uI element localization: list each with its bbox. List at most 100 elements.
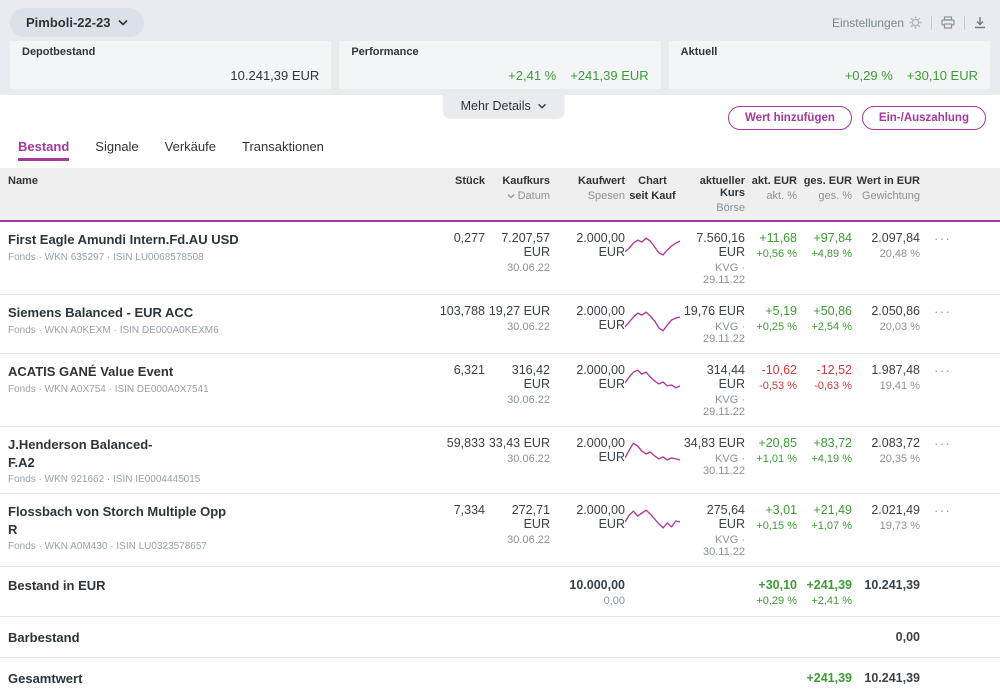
col-aktueller-kurs[interactable]: aktueller Kurs Börse (680, 175, 745, 214)
tab-verkaeufe[interactable]: Verkäufe (165, 139, 216, 161)
kpi-cards: Depotbestand 10.241,39 EUR Performance +… (0, 41, 1000, 89)
stueck-cell: 7,334 (453, 503, 485, 518)
col-name[interactable]: Name (0, 175, 430, 187)
stueck-cell: 0,277 (453, 231, 485, 245)
stueck-cell: 6,321 (453, 363, 485, 377)
wert-cell: 2.083,72 20,35 % (871, 436, 920, 465)
stueck-cell: 59,833 (446, 436, 485, 450)
table-row: ACATIS GANÉ Value Event Fonds · WKN A0X7… (0, 354, 1000, 427)
wert-cell: 2.097,84 20,48 % (871, 231, 920, 260)
header-top-row: Pimboli-22-23 Einstellungen (0, 0, 1000, 41)
row-menu-button[interactable]: ··· (920, 231, 1000, 245)
ges-eur-cell: -12,52 -0,63 % (814, 363, 852, 392)
sparkline-chart[interactable] (625, 503, 680, 535)
summary-bestand-row: Bestand in EUR 10.000,00 0,00 +30,10 +0,29… (0, 567, 1000, 618)
fund-name-link[interactable]: First Eagle Amundi Intern.Fd.AU USD (8, 231, 430, 249)
table-row: Siemens Balanced - EUR ACC Fonds · WKN A… (0, 295, 1000, 354)
fund-meta: Fonds · WKN A0KEXM · ISIN DE000A0KEXM6 (8, 324, 219, 336)
settings-label: Einstellungen (831, 15, 904, 30)
sort-desc-icon (506, 193, 515, 199)
fund-meta: Fonds · WKN A0M430 · ISIN LU0323578657 (8, 541, 207, 553)
ges-eur-cell: +50,86 +2,54 % (811, 304, 852, 333)
row-menu-button[interactable]: ··· (920, 363, 1000, 377)
col-stueck[interactable]: Stück (430, 175, 485, 187)
aktuell-pct: +0,29 % (844, 68, 893, 83)
fund-name-link[interactable]: ACATIS GANÉ Value Event (8, 363, 430, 381)
card-label: Aktuell (680, 46, 718, 58)
tab-bar: Bestand Signale Verkäufe Transaktionen (0, 139, 1000, 161)
kaufwert-cell: 2.000,00 EUR (576, 363, 625, 391)
card-label: Depotbestand (22, 46, 96, 58)
tab-signale[interactable]: Signale (95, 139, 138, 161)
wert-cell: 1.987,48 19,41 % (871, 363, 920, 392)
col-ges-eur[interactable]: ges. EUR ges. % (797, 175, 852, 202)
wert-cell: 2.050,86 20,03 % (871, 304, 920, 333)
fund-cell: J.Henderson Balanced- F.A2 Fonds · WKN 9… (0, 436, 430, 485)
col-akt-eur[interactable]: akt. EUR akt. % (745, 175, 797, 202)
fund-name-link[interactable]: Siemens Balanced - EUR ACC (8, 304, 430, 322)
gesamtwert-label: Gesamtwert (8, 671, 83, 687)
col-chart[interactable]: Chart seit Kauf (625, 175, 680, 202)
download-button[interactable] (974, 16, 986, 29)
gesamtwert-row: Gesamtwert +241,39 10.241,39 (0, 658, 1000, 698)
table-row: Flossbach von Storch Multiple Opp R Fond… (0, 494, 1000, 568)
barbestand-row: Barbestand 0,00 (0, 617, 1000, 659)
header-tools: Einstellungen (832, 15, 986, 30)
print-button[interactable] (941, 16, 955, 29)
gear-icon (909, 16, 922, 29)
fund-name-link[interactable]: Flossbach von Storch Multiple Opp R (8, 503, 430, 538)
ges-eur-cell: +83,72 +4,19 % (811, 436, 852, 465)
table-header: Name Stück Kaufkurs Datum Kaufwert Spesen… (0, 168, 1000, 222)
fund-meta: Fonds · WKN 921662 · ISIN IE0004445015 (8, 474, 201, 486)
fund-name-link[interactable]: J.Henderson Balanced- F.A2 (8, 436, 430, 471)
summary-ges-eur: +241,39 +2,41 % (806, 578, 852, 608)
akt-eur-cell: +3,01 +0,15 % (756, 503, 797, 533)
kaufwert-cell: 2.000,00 EUR (576, 503, 625, 532)
summary-wert: 10.241,39 (864, 578, 920, 593)
add-value-button[interactable]: Wert hinzufügen (728, 106, 852, 130)
fund-cell: First Eagle Amundi Intern.Fd.AU USD Fond… (0, 231, 430, 263)
portfolio-selector[interactable]: Pimboli-22-23 (10, 8, 144, 37)
settings-button[interactable]: Einstellungen (832, 16, 922, 30)
ges-eur-cell: +21,49 +1,07 % (811, 503, 852, 533)
kaufkurs-cell: 19,27 EUR 30.06.22 (488, 304, 550, 333)
wert-cell: 2.021,49 19,73 % (871, 503, 920, 533)
table-body: First Eagle Amundi Intern.Fd.AU USD Fond… (0, 222, 1000, 568)
tab-bestand[interactable]: Bestand (18, 139, 70, 161)
col-kaufkurs[interactable]: Kaufkurs Datum (485, 175, 550, 202)
kaufkurs-cell: 7.207,57 EUR 30.06.22 (501, 231, 550, 274)
card-label: Performance (351, 46, 419, 58)
barbestand-wert: 0,00 (895, 630, 920, 645)
akt-eur-cell: +11,68 +0,56 % (756, 231, 797, 260)
divider (964, 15, 965, 30)
kaufwert-cell: 2.000,00 EUR (576, 436, 625, 464)
cash-in-out-button[interactable]: Ein-/Auszahlung (861, 106, 986, 130)
sparkline-chart[interactable] (625, 436, 680, 468)
sparkline-chart[interactable] (625, 304, 680, 336)
table-row: First Eagle Amundi Intern.Fd.AU USD Fond… (0, 222, 1000, 295)
divider (931, 15, 932, 30)
row-menu-button[interactable]: ··· (920, 436, 1000, 450)
aktueller-kurs-cell: 34,83 EUR KVG · 30.11.22 (683, 436, 745, 477)
sparkline-chart[interactable] (625, 363, 680, 395)
performance-pct: +2,41 % (508, 68, 557, 83)
fund-meta: Fonds · WKN A0X754 · ISIN DE000A0X7541 (8, 383, 209, 395)
sparkline-chart[interactable] (625, 231, 680, 263)
chevron-down-icon (117, 19, 128, 26)
aktuell-value: +30,10 EUR (906, 68, 978, 83)
kaufkurs-cell: 33,43 EUR 30.06.22 (488, 436, 550, 465)
card-performance: Performance +2,41 % +241,39 EUR (339, 41, 661, 89)
row-menu-button[interactable]: ··· (920, 304, 1000, 318)
barbestand-label: Barbestand (8, 630, 80, 646)
akt-eur-cell: -10,62 -0,53 % (759, 363, 797, 392)
download-icon (975, 17, 985, 29)
fund-cell: ACATIS GANÉ Value Event Fonds · WKN A0X7… (0, 363, 430, 395)
col-kaufwert[interactable]: Kaufwert Spesen (550, 175, 625, 202)
row-menu-button[interactable]: ··· (920, 503, 1000, 517)
tab-transaktionen[interactable]: Transaktionen (242, 139, 324, 161)
table-row: J.Henderson Balanced- F.A2 Fonds · WKN 9… (0, 427, 1000, 495)
fund-cell: Flossbach von Storch Multiple Opp R Fond… (0, 503, 430, 552)
ges-eur-cell: +97,84 +4,89 % (811, 231, 852, 260)
card-depotbestand: Depotbestand 10.241,39 EUR (10, 41, 332, 89)
col-wert-in-eur[interactable]: Wert in EUR Gewichtung (852, 175, 920, 202)
